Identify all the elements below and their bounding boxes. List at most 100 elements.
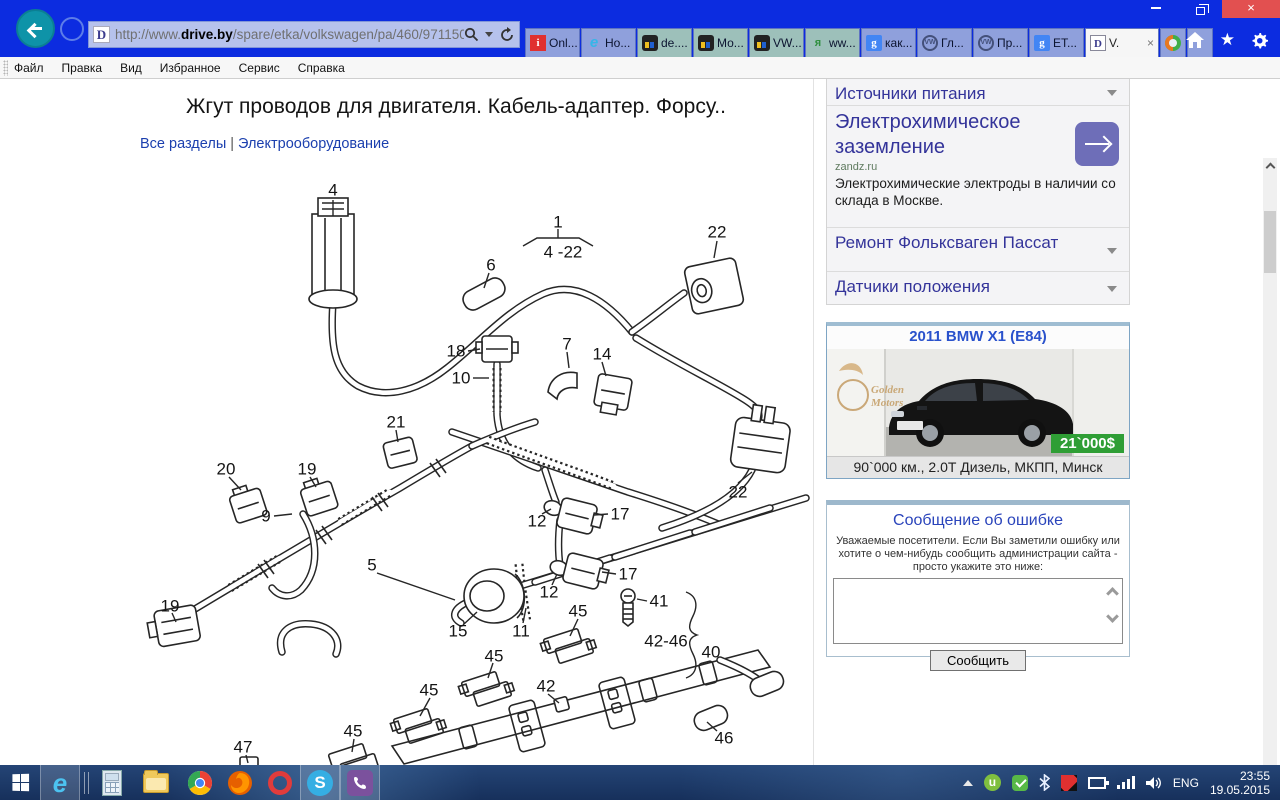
chevron-down-icon[interactable] <box>1107 248 1117 254</box>
ad-position-sensors[interactable]: Датчики положения <box>827 271 1129 304</box>
close-button[interactable]: × <box>1222 0 1280 18</box>
ad-title[interactable]: Датчики положения <box>835 277 990 296</box>
ad-title[interactable]: Электрохимическое заземление <box>835 111 1021 158</box>
taskbar-chrome[interactable] <box>180 765 220 800</box>
report-button[interactable]: Сообщить <box>930 650 1026 671</box>
forward-button[interactable] <box>60 17 84 41</box>
tab-vw-price[interactable]: VWПр... <box>973 28 1028 57</box>
diagram-part-number: 45 <box>344 722 363 741</box>
menu-edit[interactable]: Правка <box>62 61 103 75</box>
kaspersky-icon[interactable] <box>1061 775 1077 791</box>
onliner-icon: i <box>530 35 546 51</box>
tab-google-search[interactable]: gкак... <box>861 28 916 57</box>
diagram-part-number: 5 <box>367 556 376 575</box>
utorrent-icon[interactable]: u <box>984 774 1001 791</box>
diagram-part-number: 4 -22 <box>544 243 583 262</box>
taskbar-calculator[interactable] <box>92 765 132 800</box>
browser-chrome: × D http://www.drive.by/spare/etka/volks… <box>0 0 1280 57</box>
vw-logo-icon: VW <box>922 35 938 51</box>
menu-view[interactable]: Вид <box>120 61 142 75</box>
menu-bar: Файл Правка Вид Избранное Сервис Справка <box>0 57 1280 79</box>
network-signal-icon[interactable] <box>1117 776 1135 789</box>
url-text[interactable]: http://www.drive.by/spare/etka/volkswage… <box>115 27 464 42</box>
menu-file[interactable]: Файл <box>14 61 44 75</box>
parts-diagram[interactable]: 414 -22622181071421201991217121751915114… <box>0 79 822 765</box>
shop-bag-icon <box>754 35 770 51</box>
car-ad-title[interactable]: 2011 BMW X1 (E84) <box>827 326 1129 349</box>
taskbar-opera[interactable] <box>260 765 300 800</box>
toolbar-grip[interactable] <box>3 60 8 76</box>
taskbar-explorer[interactable] <box>132 765 180 800</box>
chevron-up-icon[interactable] <box>1106 587 1119 600</box>
scrollbar[interactable] <box>1263 158 1277 800</box>
taskbar-ie[interactable]: e <box>40 765 80 800</box>
start-button[interactable] <box>0 765 40 800</box>
car-ad-caption: 90`000 км., 2.0Т Дизель, МКПП, Минск <box>827 456 1129 478</box>
tab-shop-vw[interactable]: VW... <box>749 28 804 57</box>
restore-button[interactable] <box>1178 0 1222 18</box>
menu-tools[interactable]: Сервис <box>239 61 280 75</box>
chevron-down-icon[interactable] <box>1107 286 1117 292</box>
error-message-input[interactable] <box>834 579 1122 643</box>
ad-title[interactable]: Ремонт Фольксваген Пассат <box>835 232 1065 253</box>
diagram-part-number: 45 <box>420 681 439 700</box>
ad-power-sources[interactable]: Источники питания <box>827 79 1129 105</box>
scroll-up-button[interactable] <box>1263 160 1277 175</box>
address-bar[interactable]: D http://www.drive.by/spare/etka/volkswa… <box>88 21 520 48</box>
taskbar-firefox[interactable] <box>220 765 260 800</box>
content-divider <box>813 79 814 765</box>
tab-shop-de[interactable]: de.... <box>637 28 692 57</box>
tab-translate[interactable]: яww... <box>805 28 860 57</box>
diagram-part-number: 17 <box>611 505 630 524</box>
search-options-caret[interactable] <box>485 32 493 37</box>
tab-shop-mo[interactable]: Мо... <box>693 28 748 57</box>
scrollbar-thumb[interactable] <box>1264 211 1276 273</box>
price-badge: 21`000$ <box>1051 434 1124 453</box>
tab-onliner[interactable]: iOnl... <box>525 28 580 57</box>
tab-etka-search[interactable]: gЕТ... <box>1029 28 1084 57</box>
bluetooth-icon[interactable] <box>1039 774 1050 791</box>
firefox-icon <box>227 770 253 796</box>
car-photo[interactable]: Golden Motors <box>827 349 1129 456</box>
ad-grounding[interactable]: Электрохимическое заземление zandz.ru Эл… <box>827 105 1129 227</box>
menu-help[interactable]: Справка <box>298 61 345 75</box>
menu-favorites[interactable]: Избранное <box>160 61 221 75</box>
tab-news[interactable]: eНо... <box>581 28 636 57</box>
error-report-box: Сообщение об ошибке Уважаемые посетители… <box>826 500 1130 657</box>
opera-icon <box>268 771 292 795</box>
chevron-down-icon[interactable] <box>1107 90 1117 96</box>
diagram-labels: 414 -22622181071421201991217121751915114… <box>161 181 748 757</box>
chevron-down-icon[interactable] <box>1106 610 1119 623</box>
language-indicator[interactable]: ENG <box>1173 776 1199 790</box>
shop-bag-icon <box>698 35 714 51</box>
minimize-button[interactable] <box>1134 0 1178 18</box>
car-ad[interactable]: 2011 BMW X1 (E84) Golden Motors <box>826 322 1130 479</box>
tray-expand-icon[interactable] <box>963 780 973 786</box>
taskbar-skype[interactable]: S <box>300 765 340 800</box>
settings-gear-icon[interactable] <box>1251 32 1268 49</box>
tab-vw-glossary[interactable]: VWГл... <box>917 28 972 57</box>
refresh-icon[interactable] <box>499 27 515 43</box>
clock[interactable]: 23:5519.05.2015 <box>1210 769 1270 797</box>
diagram-part-number: 22 <box>729 483 748 502</box>
ad-title[interactable]: Источники питания <box>835 84 986 103</box>
back-button[interactable] <box>16 9 55 48</box>
system-tray: u ENG 23:5519.05.2015 <box>963 769 1280 797</box>
taskbar-viber[interactable] <box>340 765 380 800</box>
diagram-part-number: 15 <box>449 622 468 641</box>
skype-icon: S <box>307 770 333 796</box>
shop-bag-icon <box>642 35 658 51</box>
messenger-check-icon[interactable] <box>1012 775 1028 791</box>
home-icon[interactable] <box>1186 32 1204 48</box>
ad-vw-repair[interactable]: Ремонт Фольксваген Пассат <box>827 227 1129 271</box>
volume-icon[interactable] <box>1146 776 1162 790</box>
search-icon[interactable] <box>464 27 479 42</box>
battery-icon[interactable] <box>1088 777 1106 789</box>
tab-close-icon[interactable]: × <box>1147 36 1154 50</box>
favorites-star-icon[interactable]: ★ <box>1220 30 1235 50</box>
arrow-right-icon <box>1085 143 1109 145</box>
ad-arrow-button[interactable] <box>1075 122 1119 166</box>
tab-partial[interactable] <box>1160 28 1186 57</box>
diagram-part-number: 45 <box>569 602 588 621</box>
tab-active-drive-by[interactable]: DV.× <box>1085 28 1159 57</box>
